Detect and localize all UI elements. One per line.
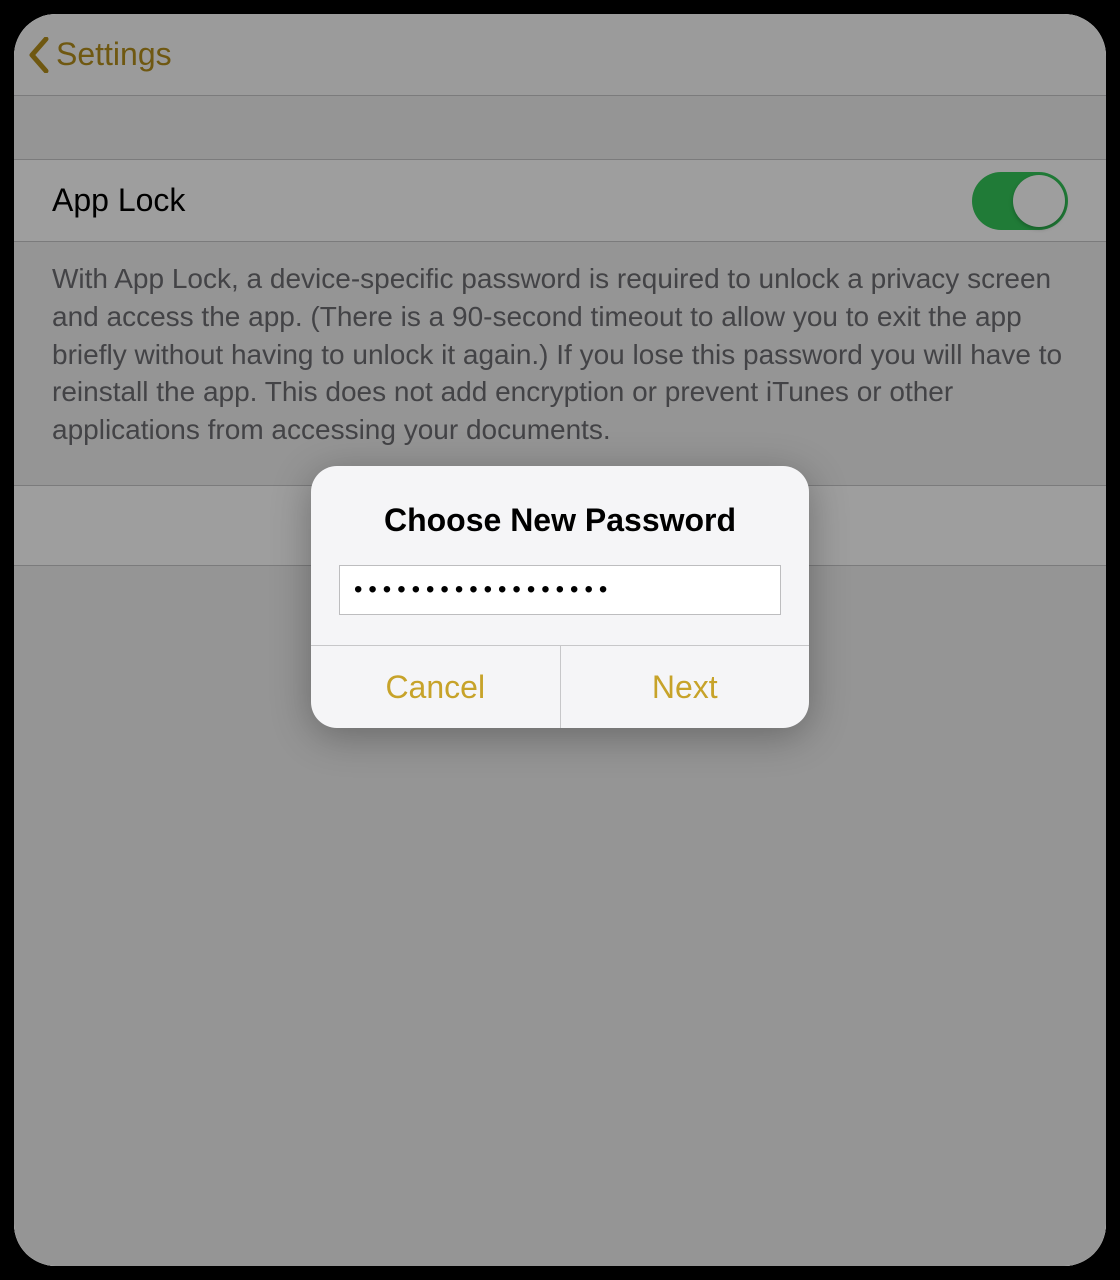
app-lock-description: With App Lock, a device-specific passwor… bbox=[14, 242, 1106, 486]
alert-buttons: Cancel Next bbox=[311, 645, 809, 728]
chevron-left-icon bbox=[28, 37, 50, 73]
password-alert: Choose New Password Cancel Next bbox=[311, 466, 809, 728]
password-input[interactable] bbox=[339, 565, 781, 615]
back-button[interactable]: Settings bbox=[24, 30, 176, 79]
back-label: Settings bbox=[56, 36, 172, 73]
app-lock-toggle[interactable] bbox=[972, 172, 1068, 230]
app-lock-row: App Lock bbox=[14, 160, 1106, 242]
cancel-button[interactable]: Cancel bbox=[311, 646, 560, 728]
nav-bar: Settings bbox=[14, 14, 1106, 96]
app-screen: Settings App Lock With App Lock, a devic… bbox=[14, 14, 1106, 1266]
app-lock-title: App Lock bbox=[52, 182, 185, 219]
alert-title: Choose New Password bbox=[311, 466, 809, 565]
alert-input-wrap bbox=[311, 565, 809, 645]
section-gap bbox=[14, 96, 1106, 160]
next-button[interactable]: Next bbox=[560, 646, 810, 728]
